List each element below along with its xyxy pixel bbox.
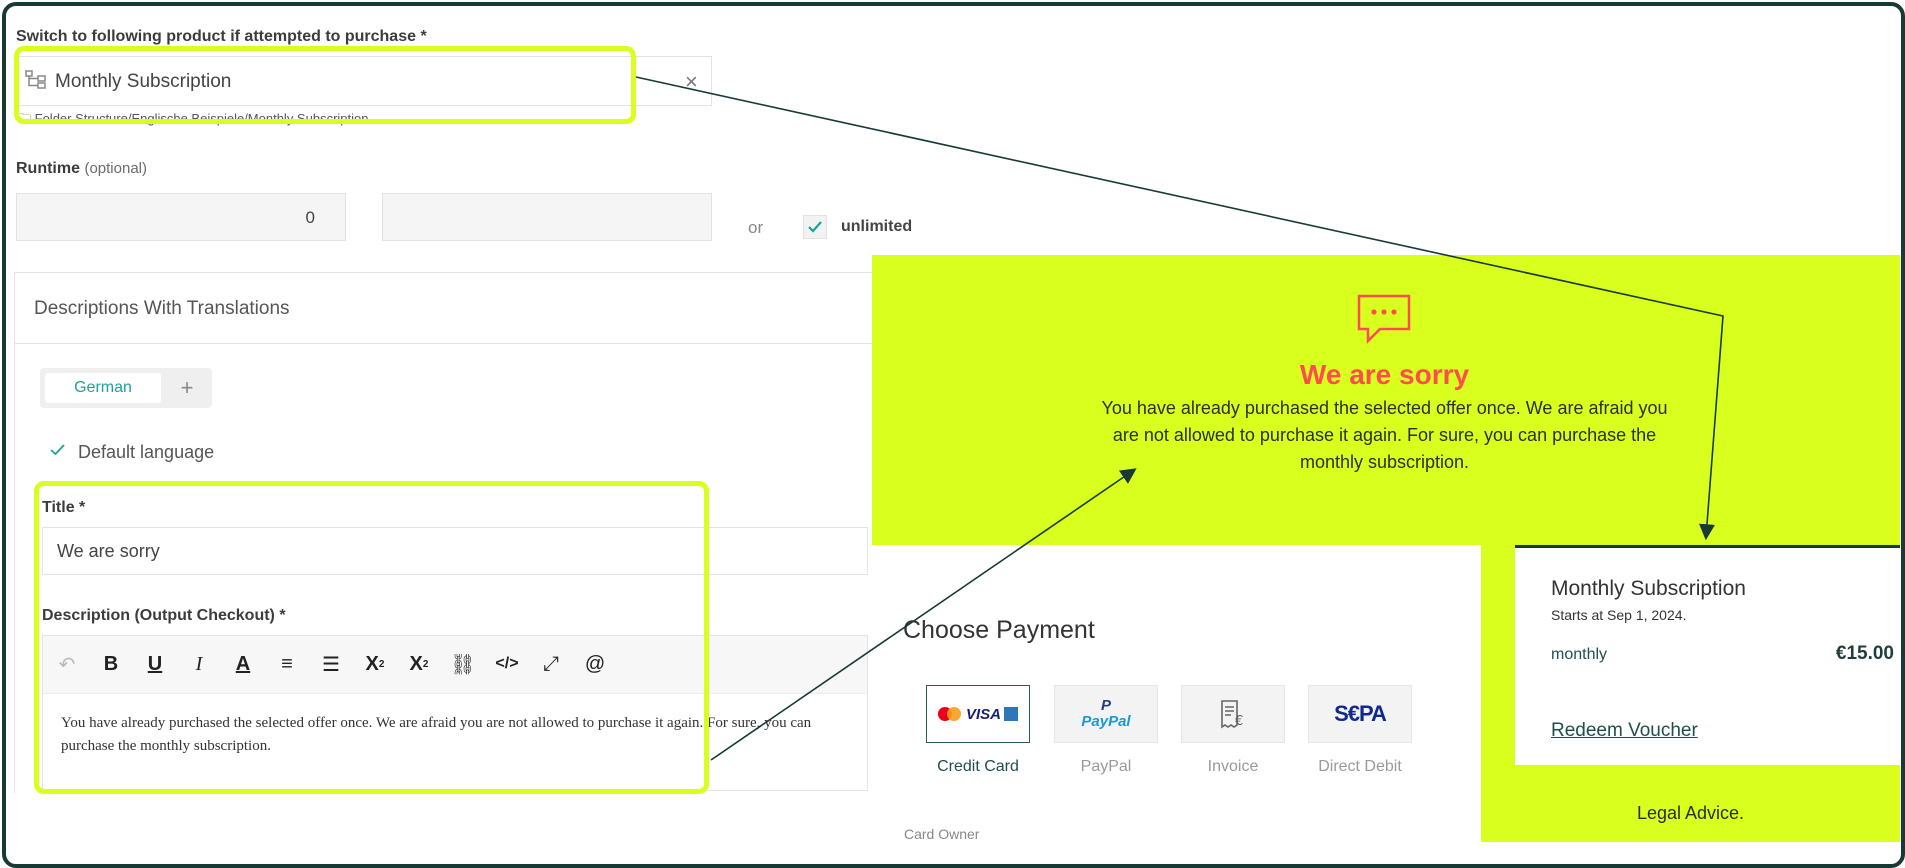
summary-card: Monthly Subscription Starts at Sep 1, 20…	[1515, 545, 1900, 765]
summary-starts: Starts at Sep 1, 2024.	[1551, 607, 1687, 623]
payment-paypal[interactable]: P PayPal	[1054, 685, 1158, 743]
paypal-icon: P	[1100, 696, 1111, 714]
summary-interval: monthly	[1551, 646, 1608, 663]
credit-card-label: Credit Card	[937, 758, 1019, 775]
runtime-unit-select[interactable]	[382, 193, 712, 241]
summary-product: Monthly Subscription	[1551, 577, 1746, 600]
choose-payment-header: Choose Payment	[903, 616, 1095, 644]
paypal-logo: PayPal	[1081, 712, 1131, 730]
clear-icon[interactable]: ×	[685, 69, 698, 95]
switch-product-label: Switch to following product if attempted…	[16, 28, 427, 45]
card-owner-label: Card Owner	[904, 826, 980, 842]
svg-text:€: €	[1235, 714, 1243, 729]
legal-advice-link[interactable]: Legal Advice.	[1481, 803, 1900, 824]
default-language-label: Default language	[78, 442, 215, 462]
highlight-title-description	[34, 481, 709, 794]
payment-direct-debit[interactable]: S€PA	[1308, 685, 1412, 743]
mastercard-icon	[937, 707, 962, 721]
unlimited-label: unlimited	[841, 218, 913, 235]
add-language-button[interactable]: +	[172, 373, 202, 403]
invoice-label: Invoice	[1207, 758, 1259, 775]
unlimited-checkbox[interactable]	[803, 215, 827, 239]
runtime-label: Runtime (optional)	[16, 160, 147, 177]
check-icon	[808, 221, 822, 233]
payment-credit-card[interactable]: VISA	[926, 685, 1030, 743]
summary-price: €15.00	[1835, 643, 1894, 664]
highlight-product-select	[14, 46, 636, 124]
default-language	[48, 441, 68, 464]
check-icon	[50, 444, 65, 456]
direct-debit-label: Direct Debit	[1318, 758, 1402, 775]
chat-bubble-icon	[1357, 294, 1411, 345]
visa-icon: VISA	[965, 705, 1001, 723]
sepa-logo: S€PA	[1334, 701, 1387, 726]
sorry-title: We are sorry	[1299, 359, 1470, 390]
sorry-message: You have already purchased the selected …	[1101, 398, 1668, 472]
runtime-value-input[interactable]: 0	[16, 193, 346, 241]
invoice-icon: €	[1221, 700, 1243, 729]
descriptions-header: Descriptions With Translations	[34, 298, 290, 319]
tab-german[interactable]: German	[45, 373, 161, 403]
language-tabs: German +	[40, 368, 212, 408]
amex-icon	[1004, 707, 1018, 721]
descriptions-divider	[14, 343, 874, 344]
sorry-panel: We are sorry You have already purchased …	[872, 255, 1900, 545]
payment-invoice[interactable]: €	[1181, 685, 1285, 743]
redeem-voucher-link[interactable]: Redeem Voucher	[1551, 720, 1698, 742]
or-text: or	[748, 218, 764, 237]
paypal-label: PayPal	[1080, 758, 1132, 775]
